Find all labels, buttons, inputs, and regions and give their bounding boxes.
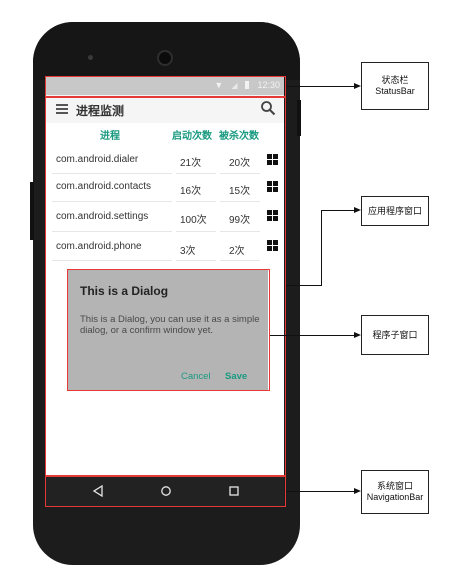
annotation-statusbar-cn: 状态栏: [381, 75, 409, 85]
annotation-sub-window-label: 程序子窗口: [372, 329, 418, 340]
annotation-system-window: 系统窗口 NavigationBar: [361, 470, 429, 514]
annotation-system-window-en: NavigationBar: [366, 492, 424, 502]
annotation-app-window-label: 应用程序窗口: [367, 205, 422, 216]
connector-arrowhead: [354, 83, 361, 89]
connector-line: [270, 335, 354, 336]
volume-button: [30, 182, 34, 240]
annotation-app-window: 应用程序窗口: [361, 196, 429, 226]
connector-arrowhead: [354, 488, 361, 494]
connector-line: [286, 491, 354, 492]
proximity-sensor: [88, 55, 93, 60]
power-button: [297, 100, 301, 136]
navbar-highlight: [45, 476, 286, 507]
connector-arrowhead: [354, 332, 361, 338]
connector-line: [286, 285, 322, 286]
connector-line: [321, 210, 322, 286]
connector-line: [321, 210, 354, 211]
statusbar-highlight: [45, 76, 286, 97]
annotation-sub-window: 程序子窗口: [361, 315, 429, 355]
connector-line: [286, 86, 354, 87]
annotation-statusbar: 状态栏 StatusBar: [361, 62, 429, 110]
annotation-system-window-cn: 系统窗口: [376, 481, 413, 491]
connector-arrowhead: [354, 207, 361, 213]
annotation-statusbar-en: StatusBar: [375, 86, 415, 96]
front-camera: [157, 50, 173, 66]
dialog-highlight: [67, 269, 270, 391]
